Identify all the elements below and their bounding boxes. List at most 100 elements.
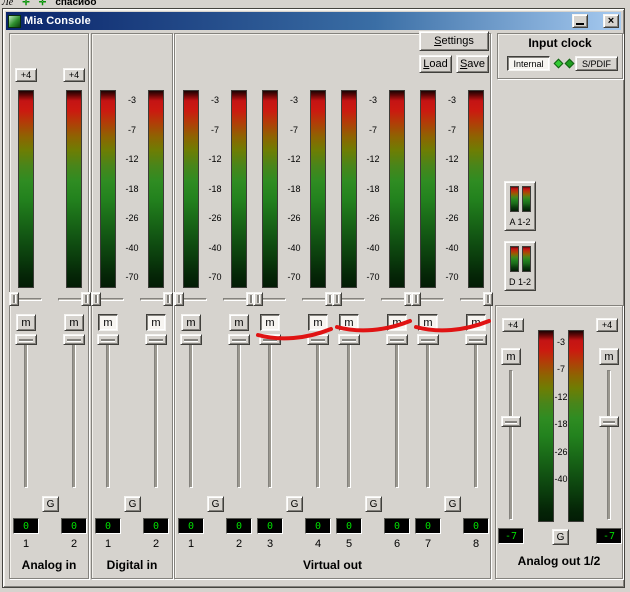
fader-thumb[interactable] (599, 416, 619, 427)
minimize-button[interactable] (572, 14, 588, 28)
gang-button[interactable]: G (286, 496, 303, 512)
meter-scale: -3 -7 -12 -18 -26 -40 -70 (207, 90, 223, 288)
level-meter-out-right (568, 330, 584, 522)
pan-slider[interactable] (380, 292, 414, 306)
volume-fader[interactable] (254, 334, 286, 490)
pan-slider[interactable] (459, 292, 493, 306)
fader-thumb[interactable] (180, 334, 202, 345)
plus4-button[interactable]: +4 (63, 68, 85, 82)
mute-button[interactable]: m (229, 314, 249, 331)
volume-fader[interactable] (460, 334, 492, 490)
mute-button-out-right[interactable]: m (599, 348, 619, 365)
close-button[interactable]: × (603, 14, 619, 28)
pan-slider[interactable] (222, 292, 256, 306)
gang-button[interactable]: G (42, 496, 59, 512)
level-meter (148, 90, 164, 288)
mute-button[interactable]: m (339, 314, 359, 331)
pan-slider[interactable] (9, 292, 43, 306)
monitor-digital-12[interactable]: D 1-2 (504, 241, 536, 291)
mute-button[interactable]: m (308, 314, 328, 331)
group-label: Digital in (106, 558, 158, 572)
pan-slider-thumb[interactable] (332, 292, 342, 306)
fader-thumb[interactable] (63, 334, 85, 345)
pan-slider-thumb[interactable] (253, 292, 263, 306)
channel-number: 2 (152, 538, 160, 550)
fader-thumb[interactable] (386, 334, 408, 345)
fader-thumb[interactable] (338, 334, 360, 345)
pan-slider[interactable] (301, 292, 335, 306)
fader-thumb[interactable] (259, 334, 281, 345)
fader-thumb[interactable] (228, 334, 250, 345)
pan-slider[interactable] (91, 292, 125, 306)
mute-button[interactable]: m (387, 314, 407, 331)
gang-button[interactable]: G (444, 496, 461, 512)
volume-fader[interactable] (175, 334, 207, 490)
volume-fader[interactable] (333, 334, 365, 490)
mute-button[interactable]: m (466, 314, 486, 331)
volume-fader[interactable] (412, 334, 444, 490)
volume-fader[interactable] (302, 334, 334, 490)
gang-button[interactable]: G (365, 496, 382, 512)
volume-fader[interactable] (92, 334, 124, 490)
spdif-clock-button[interactable]: S/PDIF (575, 56, 618, 71)
mute-button[interactable]: m (64, 314, 84, 331)
fader-thumb[interactable] (465, 334, 487, 345)
pan-slider-thumb[interactable] (163, 292, 173, 306)
mute-button[interactable]: m (181, 314, 201, 331)
pan-slider-thumb[interactable] (81, 292, 91, 306)
output-fader-left[interactable] (501, 370, 521, 520)
mute-button[interactable]: m (146, 314, 166, 331)
plus4-button-out-left[interactable]: +4 (502, 318, 524, 332)
fader-thumb[interactable] (145, 334, 167, 345)
mute-button[interactable]: m (16, 314, 36, 331)
fader-thumb[interactable] (97, 334, 119, 345)
scale-label: -26 (445, 213, 459, 223)
monitor-analog-12[interactable]: A 1-2 (504, 181, 536, 231)
pan-slider[interactable] (57, 292, 91, 306)
channel-strip: m 0 2 (222, 62, 256, 556)
gang-button-out[interactable]: G (552, 529, 569, 545)
fader-thumb[interactable] (501, 416, 521, 427)
mute-button[interactable]: m (98, 314, 118, 331)
internal-clock-button[interactable]: Internal (507, 56, 550, 71)
settings-button[interactable]: Settings (419, 31, 489, 51)
pan-slider[interactable] (139, 292, 173, 306)
channel-pair: +4 m 0 1 +4 m 0 2 G (9, 62, 91, 556)
pan-slider[interactable] (174, 292, 208, 306)
mute-button-out-left[interactable]: m (501, 348, 521, 365)
volume-fader[interactable] (223, 334, 255, 490)
pan-slider[interactable] (253, 292, 287, 306)
plus4-button-out-right[interactable]: +4 (596, 318, 618, 332)
level-meter (341, 90, 357, 288)
volume-fader[interactable] (381, 334, 413, 490)
channel-strip: m 0 1 (91, 62, 125, 556)
level-display: 0 (178, 518, 204, 534)
scale-label: -18 (554, 419, 568, 430)
pan-slider[interactable] (332, 292, 366, 306)
load-button[interactable]: Load (419, 55, 452, 73)
scale-label: -26 (287, 213, 301, 223)
pan-slider-thumb[interactable] (91, 292, 101, 306)
fader-track (72, 344, 76, 488)
fader-thumb[interactable] (417, 334, 439, 345)
plus4-button[interactable]: +4 (15, 68, 37, 82)
scale-label: -7 (289, 124, 298, 135)
pan-slider-thumb[interactable] (9, 292, 19, 306)
pan-slider-thumb[interactable] (411, 292, 421, 306)
save-button[interactable]: Save (456, 55, 489, 73)
volume-fader[interactable] (10, 334, 42, 490)
pan-slider[interactable] (411, 292, 445, 306)
fader-thumb[interactable] (15, 334, 37, 345)
pan-slider-thumb[interactable] (483, 292, 493, 306)
output-fader-right[interactable] (599, 370, 619, 520)
gang-button[interactable]: G (207, 496, 224, 512)
pan-slider-thumb[interactable] (174, 292, 184, 306)
channel-group: m 0 1 m 0 2 -3 -7 -12 -18 -26 -40 -70 G Digital in (91, 33, 173, 579)
gang-button[interactable]: G (124, 496, 141, 512)
volume-fader[interactable] (140, 334, 172, 490)
mute-button[interactable]: m (418, 314, 438, 331)
fader-thumb[interactable] (307, 334, 329, 345)
mute-button[interactable]: m (260, 314, 280, 331)
volume-fader[interactable] (58, 334, 90, 490)
titlebar[interactable]: Mia Console × (6, 12, 621, 30)
